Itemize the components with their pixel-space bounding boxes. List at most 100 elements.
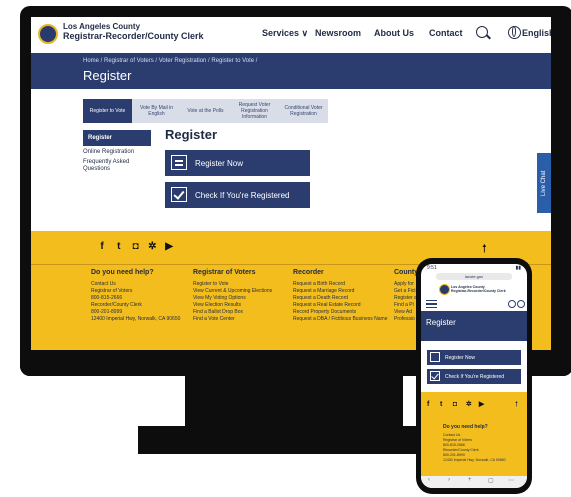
site-header: Los Angeles County Registrar-Recorder/Co… bbox=[31, 17, 551, 53]
search-icon[interactable] bbox=[476, 26, 488, 38]
tab-register-to-vote[interactable]: Register to Vote bbox=[83, 99, 132, 123]
footer-link[interactable]: Find a Pl bbox=[394, 302, 418, 309]
hamburger-menu-icon[interactable] bbox=[426, 300, 437, 308]
live-chat-tab[interactable]: Live Chat bbox=[537, 153, 551, 213]
instagram-icon[interactable]: ◘ bbox=[129, 241, 143, 252]
monitor-stand-neck bbox=[185, 376, 403, 426]
footer-link[interactable]: Find a Vote Center bbox=[193, 316, 272, 323]
footer-link[interactable]: Register a bbox=[394, 295, 418, 302]
check-registration-button[interactable]: Check If You're Registered bbox=[165, 182, 310, 208]
yelp-icon[interactable]: ✲ bbox=[466, 400, 477, 408]
footer-link[interactable]: Record Property Documents bbox=[293, 309, 388, 316]
forward-icon[interactable]: › bbox=[448, 477, 450, 483]
footer-column-recorder: Recorder Request a Birth Record Request … bbox=[293, 269, 388, 323]
phone-check-registration-label: Check If You're Registered bbox=[445, 373, 505, 380]
phone-register-now-button[interactable]: Register Now bbox=[427, 350, 521, 365]
phone-footer: f t ◘ ✲ ▶ 🠕 Do you need help? Contact Us… bbox=[421, 392, 527, 476]
search-icon[interactable] bbox=[508, 300, 516, 308]
globe-icon[interactable] bbox=[517, 300, 525, 308]
footer-phone[interactable]: 800-815-2666 bbox=[91, 295, 180, 302]
monitor-stand-base bbox=[138, 426, 418, 454]
footer-column-help: Do you need help? Contact Us Registrar o… bbox=[91, 269, 180, 323]
nav-services[interactable]: Services ∨ bbox=[262, 28, 308, 39]
status-time: 9:51 bbox=[427, 265, 437, 271]
battery-icon: ▮▮ bbox=[515, 265, 521, 271]
youtube-icon[interactable]: ▶ bbox=[162, 241, 176, 252]
new-tab-icon[interactable]: + bbox=[468, 477, 472, 483]
title-banner: Home / Registrar of Voters / Voter Regis… bbox=[31, 53, 551, 89]
register-now-button[interactable]: Register Now bbox=[165, 150, 310, 176]
checkbox-icon bbox=[171, 187, 187, 202]
nav-newsroom[interactable]: Newsroom bbox=[315, 28, 361, 38]
phone-brand[interactable]: Los Angeles County Registrar-Recorder/Co… bbox=[451, 285, 506, 293]
section-title: Register bbox=[165, 127, 218, 142]
language-selector[interactable]: English bbox=[522, 28, 551, 38]
footer-phone[interactable]: 800-201-8999 bbox=[91, 309, 180, 316]
county-seal-icon[interactable] bbox=[38, 24, 58, 44]
footer-address: 12400 Imperial Hwy, Norwalk, CA 90650 bbox=[91, 316, 181, 322]
back-icon[interactable]: ‹ bbox=[428, 477, 430, 483]
footer-heading: County bbox=[394, 269, 419, 276]
footer-link[interactable]: Register to Vote bbox=[193, 281, 272, 288]
phone-help-lines: Contact Us Registrar of Voters 800-815-2… bbox=[443, 433, 506, 463]
footer-link[interactable]: Request a Marriage Record bbox=[293, 288, 388, 295]
back-to-top-icon[interactable]: 🠕 bbox=[515, 400, 518, 411]
phone-url-bar[interactable]: lavote.gov bbox=[436, 273, 512, 280]
social-links: f t ◘ ✲ ▶ bbox=[95, 241, 176, 252]
instagram-icon[interactable]: ◘ bbox=[453, 401, 464, 408]
tab-vote-at-polls[interactable]: Vote at the Polls bbox=[181, 99, 230, 123]
phone-check-registration-button[interactable]: Check If You're Registered bbox=[427, 369, 521, 384]
footer-link[interactable]: Request a DBA / Fictitious Business Name bbox=[293, 316, 388, 323]
tabs-icon[interactable]: ▢ bbox=[488, 477, 494, 484]
phone-frame: 9:51 ▮▮ lavote.gov Los Angeles County Re… bbox=[416, 258, 532, 494]
footer-column-county: County Apply for Get a Fict Register a F… bbox=[394, 269, 418, 323]
sidebar-item-register[interactable]: Register bbox=[83, 130, 151, 146]
twitter-icon[interactable]: t bbox=[112, 241, 126, 252]
phone-help-heading: Do you need help? bbox=[443, 424, 488, 430]
footer-link[interactable]: Contact Us bbox=[91, 281, 180, 288]
phone-register-now-label: Register Now bbox=[445, 354, 476, 361]
footer-link[interactable]: Request a Death Record bbox=[293, 295, 388, 302]
globe-icon[interactable] bbox=[508, 26, 521, 39]
check-registration-label: Check If You're Registered bbox=[195, 190, 290, 200]
footer-link[interactable]: Find a Ballot Drop Box bbox=[193, 309, 272, 316]
footer-text: Recorder/County Clerk bbox=[91, 302, 142, 308]
more-icon[interactable]: ⋯ bbox=[508, 477, 514, 484]
footer-link[interactable]: Professio bbox=[394, 316, 418, 323]
footer-link[interactable]: Request a Birth Record bbox=[293, 281, 388, 288]
tab-conditional-registration[interactable]: Conditional Voter Registration bbox=[279, 99, 328, 123]
footer-link[interactable]: Apply for bbox=[394, 281, 418, 288]
footer-column-registrar: Registrar of Voters Register to Vote Vie… bbox=[193, 269, 272, 323]
yelp-icon[interactable]: ✲ bbox=[145, 241, 159, 252]
sidebar-item-faq[interactable]: Frequently Asked Questions bbox=[83, 156, 151, 173]
county-seal-icon[interactable] bbox=[439, 284, 450, 295]
brand-line-2[interactable]: Registrar-Recorder/County Clerk bbox=[63, 31, 204, 41]
back-to-top-icon[interactable]: 🠕 bbox=[482, 240, 487, 259]
breadcrumb[interactable]: Home / Registrar of Voters / Voter Regis… bbox=[83, 58, 257, 64]
phone-screen: 9:51 ▮▮ lavote.gov Los Angeles County Re… bbox=[421, 264, 527, 488]
brand-line-1[interactable]: Los Angeles County bbox=[63, 22, 140, 31]
facebook-icon[interactable]: f bbox=[427, 401, 438, 408]
checkbox-icon bbox=[430, 371, 440, 381]
nav-contact[interactable]: Contact bbox=[429, 28, 463, 38]
nav-about-us[interactable]: About Us bbox=[374, 28, 414, 38]
document-icon bbox=[171, 155, 187, 170]
footer-link[interactable]: View My Voting Options bbox=[193, 295, 272, 302]
tab-vote-by-mail[interactable]: Vote By Mail in English bbox=[132, 99, 181, 123]
facebook-icon[interactable]: f bbox=[95, 241, 109, 252]
footer-link[interactable]: View Ad bbox=[394, 309, 418, 316]
footer-link[interactable]: View Current & Upcoming Elections bbox=[193, 288, 272, 295]
document-icon bbox=[430, 352, 440, 362]
footer-link[interactable]: Get a Fict bbox=[394, 288, 418, 295]
sidebar-item-online-registration[interactable]: Online Registration bbox=[83, 146, 151, 156]
footer-link[interactable]: Request a Real Estate Record bbox=[293, 302, 388, 309]
twitter-icon[interactable]: t bbox=[440, 401, 451, 408]
phone-status-bar: 9:51 ▮▮ bbox=[421, 264, 527, 273]
youtube-icon[interactable]: ▶ bbox=[479, 400, 490, 408]
footer-heading: Do you need help? bbox=[91, 269, 154, 276]
phone-browser-toolbar: ‹ › + ▢ ⋯ bbox=[421, 476, 527, 488]
footer-heading: Registrar of Voters bbox=[193, 269, 256, 276]
footer-link[interactable]: View Election Results bbox=[193, 302, 272, 309]
footer-heading: Recorder bbox=[293, 269, 324, 276]
tab-request-voter-info[interactable]: Request Voter Registration Information bbox=[230, 99, 279, 123]
